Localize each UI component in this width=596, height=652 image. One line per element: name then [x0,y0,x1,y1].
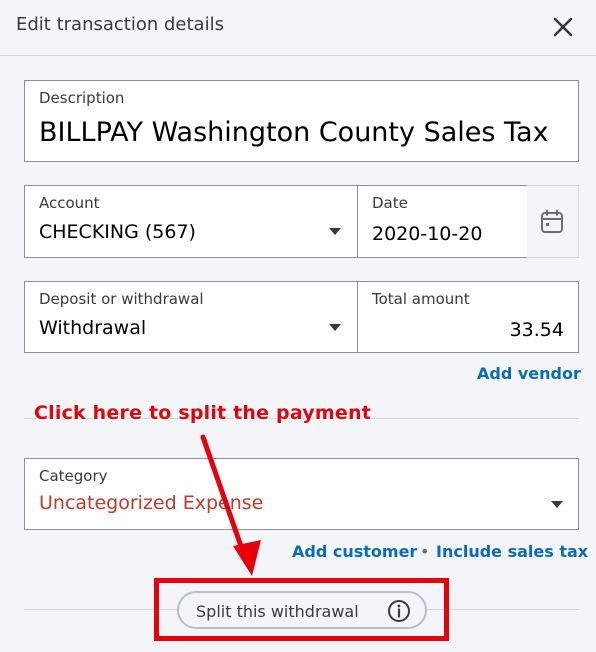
category-value: Uncategorized Expense [39,492,264,514]
date-label: Date [372,194,408,212]
description-label: Description [39,89,125,107]
account-value: CHECKING (567) [39,221,196,243]
dialog-header: Edit transaction details [0,0,596,56]
chevron-down-icon [329,324,341,331]
deposit-withdrawal-value: Withdrawal [39,317,147,339]
deposit-withdrawal-select[interactable]: Deposit or withdrawal Withdrawal [24,281,358,353]
close-icon[interactable] [548,12,578,42]
link-separator: • [420,542,430,561]
add-customer-link[interactable]: Add customer [292,542,417,561]
chevron-down-icon [551,501,563,508]
description-value[interactable]: BILLPAY Washington County Sales Tax [39,117,567,148]
total-amount-field[interactable]: Total amount 33.54 [357,281,579,353]
include-sales-tax-link[interactable]: Include sales tax [436,542,588,561]
annotation-highlight-box [154,578,449,641]
dialog-title: Edit transaction details [16,14,224,35]
total-amount-label: Total amount [372,290,470,308]
date-value[interactable]: 2020-10-20 [372,223,482,245]
category-select[interactable]: Category Uncategorized Expense [24,458,579,530]
add-vendor-link[interactable]: Add vendor [477,364,581,383]
date-field[interactable]: Date 2020-10-20 [357,185,528,258]
annotation-text: Click here to split the payment [34,402,371,424]
account-label: Account [39,194,100,212]
deposit-withdrawal-label: Deposit or withdrawal [39,290,204,308]
calendar-icon[interactable] [527,185,579,258]
category-label: Category [39,467,108,485]
description-field[interactable]: Description BILLPAY Washington County Sa… [24,80,579,162]
chevron-down-icon [329,228,341,235]
total-amount-value[interactable]: 33.54 [510,319,564,341]
account-select[interactable]: Account CHECKING (567) [24,185,358,258]
